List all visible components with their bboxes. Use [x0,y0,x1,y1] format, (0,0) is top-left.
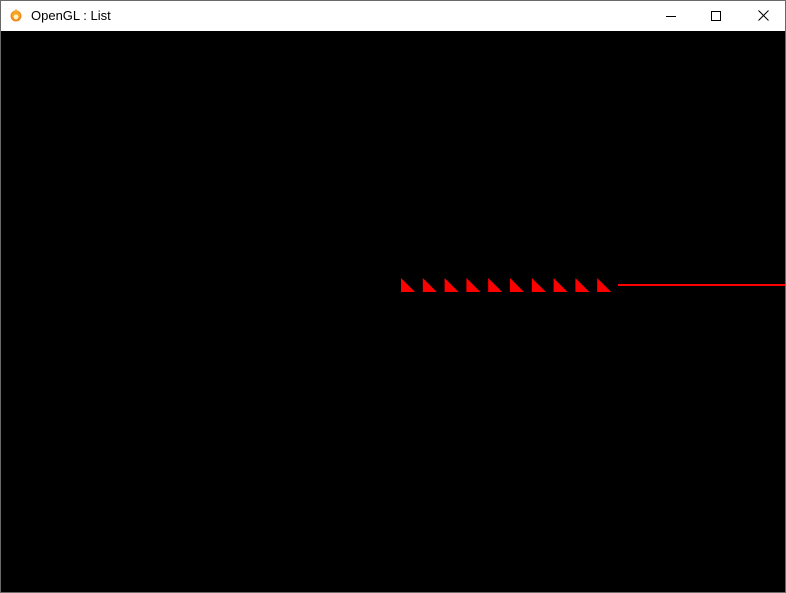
maximize-icon [711,10,721,21]
opengl-canvas[interactable] [1,31,785,593]
red-triangle [444,278,459,292]
minimize-button[interactable] [648,0,694,31]
minimize-icon [666,15,676,17]
scene-svg [401,278,785,292]
red-triangle [597,278,612,292]
red-triangle [510,278,524,292]
red-triangle [488,278,503,292]
red-triangle [401,278,415,292]
red-triangle [422,278,437,292]
red-triangle [553,278,568,292]
red-line [618,284,785,286]
window-title: OpenGL : List [31,8,111,23]
red-triangle [466,278,481,292]
flame-app-icon [10,9,22,22]
red-triangle [575,278,590,292]
close-button[interactable] [740,0,786,31]
close-icon [757,10,769,21]
maximize-button[interactable] [693,0,739,31]
red-triangle [531,278,546,292]
title-bar[interactable]: OpenGL : List [0,0,786,31]
